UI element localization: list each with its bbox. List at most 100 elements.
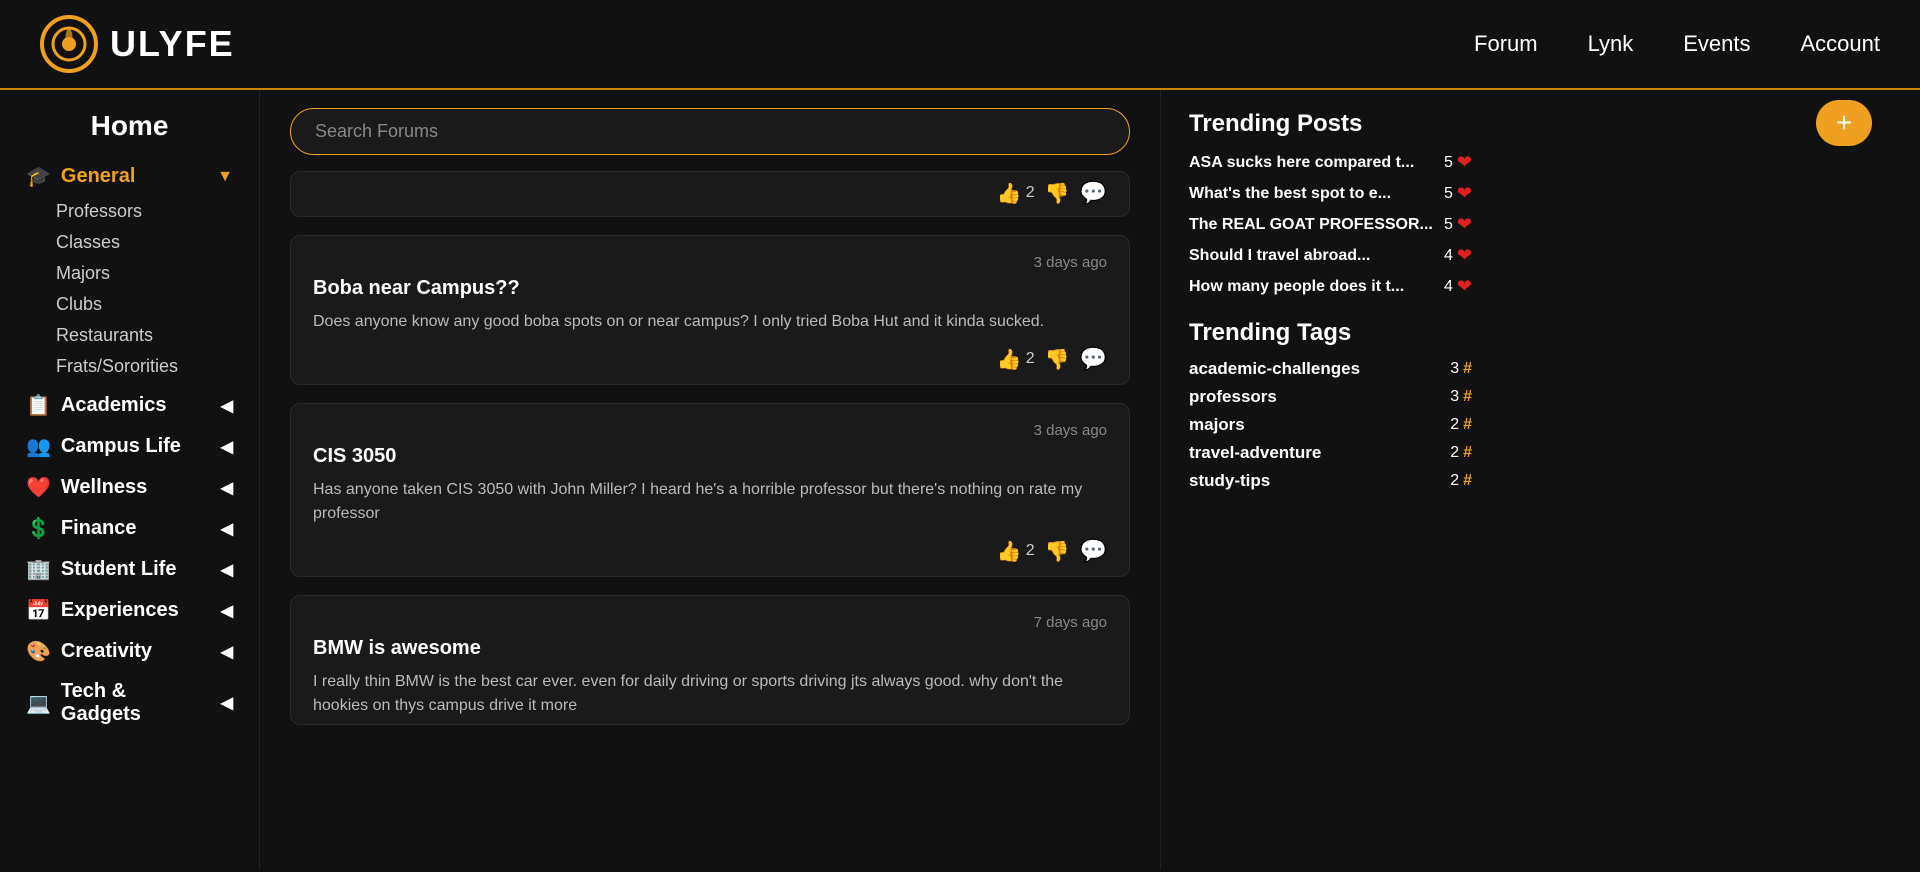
- nav-events[interactable]: Events: [1683, 31, 1750, 57]
- tag-hash-1: #: [1463, 388, 1472, 406]
- center-feed: 👍 2 👎 💬 3 days ago Boba near Campus?? Do…: [260, 90, 1160, 870]
- post-actions-0: 👍 2 👎 💬: [313, 180, 1107, 206]
- comment-button-0[interactable]: 💬: [1080, 180, 1107, 206]
- sidebar-tech-gadgets[interactable]: 💻 Tech & Gadgets ◀: [20, 672, 239, 734]
- thumbdown-icon-boba: 👎: [1045, 347, 1070, 372]
- sidebar-experiences[interactable]: 📅 Experiences ◀: [20, 590, 239, 631]
- heart-count-1: 5: [1444, 185, 1453, 203]
- post-body-cis3050: Has anyone taken CIS 3050 with John Mill…: [313, 478, 1107, 526]
- new-post-fab[interactable]: +: [1816, 100, 1872, 146]
- trending-post-1[interactable]: What's the best spot to e... 5 ❤: [1189, 183, 1472, 204]
- comment-button-boba[interactable]: 💬: [1080, 346, 1107, 372]
- trending-heart-2: 5 ❤: [1444, 214, 1472, 235]
- sidebar-campus-life-label: Campus Life: [61, 435, 181, 458]
- sidebar-general-label: General: [61, 165, 135, 188]
- tag-item-0[interactable]: academic-challenges 3 #: [1189, 359, 1472, 379]
- like-count-0: 2: [1026, 184, 1035, 202]
- tech-icon: 💻: [26, 691, 51, 716]
- chevron-left-campus: ◀: [221, 437, 233, 457]
- tag-num-4: 2: [1450, 472, 1459, 490]
- thumbup-icon-boba: 👍: [997, 347, 1022, 372]
- main-layout: Home 🎓 General ▼ Professors Classes Majo…: [0, 90, 1920, 870]
- post-actions-cis3050: 👍 2 👎 💬: [313, 538, 1107, 564]
- sidebar-creativity-label: Creativity: [61, 640, 152, 663]
- tag-count-0: 3 #: [1450, 360, 1472, 378]
- post-body-bmw: I really thin BMW is the best car ever. …: [313, 670, 1107, 718]
- sidebar-finance[interactable]: 💲 Finance ◀: [20, 508, 239, 549]
- header-nav: Forum Lynk Events Account: [1474, 31, 1880, 57]
- sidebar-item-clubs[interactable]: Clubs: [48, 290, 239, 319]
- graduation-icon: 🎓: [26, 164, 51, 189]
- post-card-bmw: 7 days ago BMW is awesome I really thin …: [290, 595, 1130, 725]
- sidebar-campus-life[interactable]: 👥 Campus Life ◀: [20, 426, 239, 467]
- tag-count-1: 3 #: [1450, 388, 1472, 406]
- tag-item-2[interactable]: majors 2 #: [1189, 415, 1472, 435]
- nav-lynk[interactable]: Lynk: [1588, 31, 1634, 57]
- chevron-left-tech: ◀: [221, 693, 233, 713]
- post-meta-cis3050: 3 days ago: [313, 422, 1107, 439]
- trending-posts-list: ASA sucks here compared t... 5 ❤ What's …: [1189, 152, 1472, 297]
- sidebar-item-restaurants[interactable]: Restaurants: [48, 321, 239, 350]
- campus-life-icon: 👥: [26, 434, 51, 459]
- post-meta-boba: 3 days ago: [313, 254, 1107, 271]
- post-title-boba[interactable]: Boba near Campus??: [313, 277, 1107, 300]
- sidebar-finance-label: Finance: [61, 517, 137, 540]
- logo-area[interactable]: ULYFE: [40, 15, 235, 73]
- sidebar-academics[interactable]: 📋 Academics ◀: [20, 385, 239, 426]
- search-bar-wrap: [290, 90, 1130, 171]
- trending-heart-4: 4 ❤: [1444, 276, 1472, 297]
- comment-button-cis3050[interactable]: 💬: [1080, 538, 1107, 564]
- sidebar-student-life[interactable]: 🏢 Student Life ◀: [20, 549, 239, 590]
- dislike-button-0[interactable]: 👎: [1045, 181, 1070, 206]
- like-button-cis3050[interactable]: 👍 2: [997, 539, 1035, 564]
- experiences-icon: 📅: [26, 598, 51, 623]
- heart-icon-3: ❤: [1457, 245, 1472, 266]
- sidebar-item-professors[interactable]: Professors: [48, 197, 239, 226]
- search-input[interactable]: [290, 108, 1130, 155]
- sidebar-wellness[interactable]: ❤️ Wellness ◀: [20, 467, 239, 508]
- sidebar-item-majors[interactable]: Majors: [48, 259, 239, 288]
- trending-tags-list: academic-challenges 3 # professors 3 # m…: [1189, 359, 1472, 491]
- tag-label-1: professors: [1189, 387, 1277, 407]
- post-title-cis3050[interactable]: CIS 3050: [313, 445, 1107, 468]
- trending-heart-3: 4 ❤: [1444, 245, 1472, 266]
- trending-heart-0: 5 ❤: [1444, 152, 1472, 173]
- tag-item-3[interactable]: travel-adventure 2 #: [1189, 443, 1472, 463]
- tag-item-4[interactable]: study-tips 2 #: [1189, 471, 1472, 491]
- sidebar-general-subitems: Professors Classes Majors Clubs Restaura…: [20, 197, 239, 381]
- sidebar-general-header[interactable]: 🎓 General ▼: [20, 156, 239, 197]
- sidebar-academics-label: Academics: [61, 394, 167, 417]
- sidebar-student-life-label: Student Life: [61, 558, 177, 581]
- trending-tags-title: Trending Tags: [1189, 319, 1472, 347]
- heart-count-2: 5: [1444, 216, 1453, 234]
- post-meta-bmw: 7 days ago: [313, 614, 1107, 631]
- post-title-bmw[interactable]: BMW is awesome: [313, 637, 1107, 660]
- sidebar-item-frats[interactable]: Frats/Sororities: [48, 352, 239, 381]
- post-body-boba: Does anyone know any good boba spots on …: [313, 310, 1107, 334]
- sidebar-wellness-label: Wellness: [61, 476, 147, 499]
- wellness-icon: ❤️: [26, 475, 51, 500]
- tag-label-0: academic-challenges: [1189, 359, 1360, 379]
- dislike-button-cis3050[interactable]: 👎: [1045, 539, 1070, 564]
- academics-icon: 📋: [26, 393, 51, 418]
- trending-post-2[interactable]: The REAL GOAT PROFESSOR... 5 ❤: [1189, 214, 1472, 235]
- dislike-button-boba[interactable]: 👎: [1045, 347, 1070, 372]
- sidebar-creativity[interactable]: 🎨 Creativity ◀: [20, 631, 239, 672]
- trending-post-4[interactable]: How many people does it t... 4 ❤: [1189, 276, 1472, 297]
- creativity-icon: 🎨: [26, 639, 51, 664]
- nav-forum[interactable]: Forum: [1474, 31, 1538, 57]
- sidebar-item-classes[interactable]: Classes: [48, 228, 239, 257]
- like-button-0[interactable]: 👍 2: [997, 181, 1035, 206]
- trending-post-3[interactable]: Should I travel abroad... 4 ❤: [1189, 245, 1472, 266]
- heart-count-3: 4: [1444, 247, 1453, 265]
- nav-account[interactable]: Account: [1801, 31, 1881, 57]
- tag-item-1[interactable]: professors 3 #: [1189, 387, 1472, 407]
- heart-icon-4: ❤: [1457, 276, 1472, 297]
- sidebar-experiences-label: Experiences: [61, 599, 179, 622]
- trending-post-0[interactable]: ASA sucks here compared t... 5 ❤: [1189, 152, 1472, 173]
- chevron-left-academics: ◀: [221, 396, 233, 416]
- thumbup-icon-cis3050: 👍: [997, 539, 1022, 564]
- tag-num-1: 3: [1450, 388, 1459, 406]
- tag-hash-4: #: [1463, 472, 1472, 490]
- like-button-boba[interactable]: 👍 2: [997, 347, 1035, 372]
